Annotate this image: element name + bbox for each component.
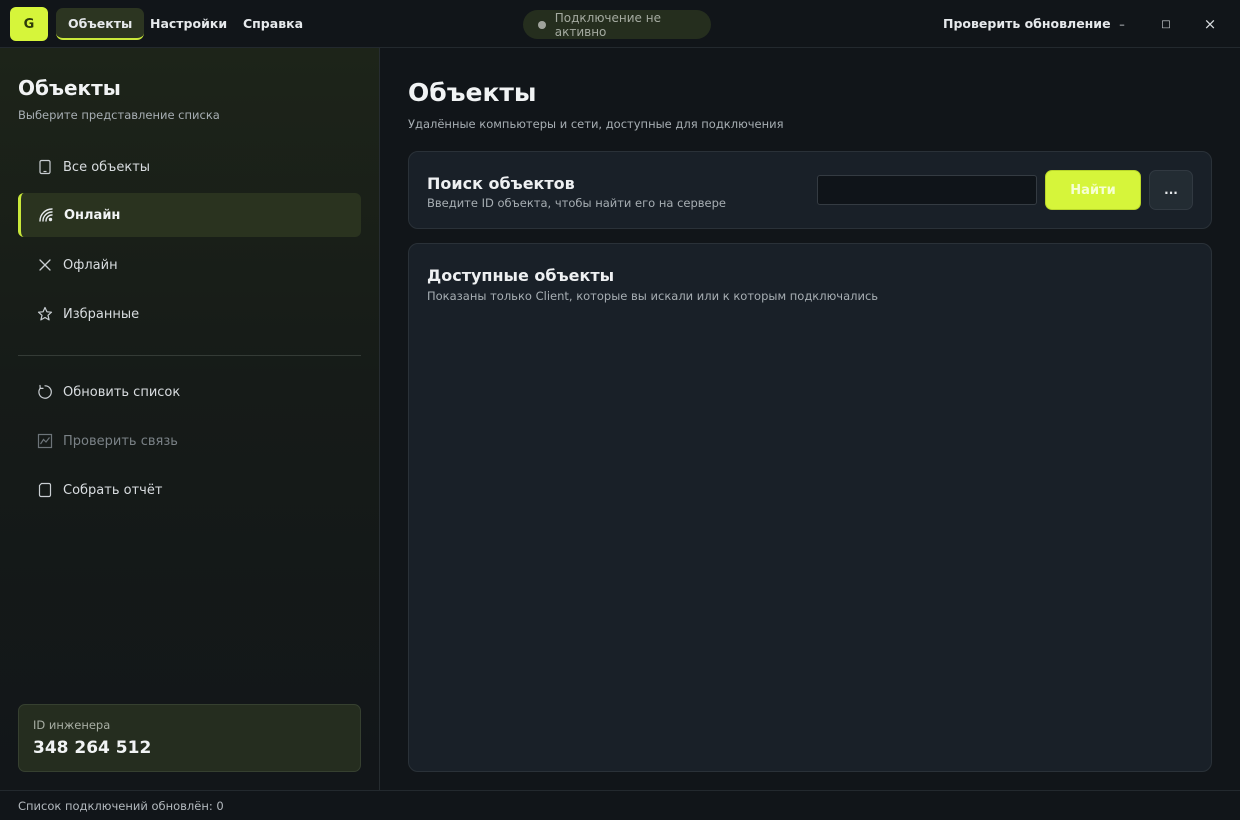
connection-status-text: Подключение не активно bbox=[554, 10, 661, 39]
connection-status-badge: Подключение не активно bbox=[523, 10, 711, 39]
check-update-button[interactable]: Проверить обновление bbox=[943, 8, 1111, 40]
signal-icon bbox=[37, 206, 55, 224]
star-icon bbox=[36, 305, 54, 323]
maximize-icon: □ bbox=[1161, 18, 1171, 30]
status-bar-text: Список подключений обновлён: 0 bbox=[18, 799, 224, 813]
available-objects-title: Доступные объекты bbox=[427, 266, 615, 285]
search-card-subtitle: Введите ID объекта, чтобы найти его на с… bbox=[427, 196, 727, 210]
sidebar: Объекты Выберите представление списка Вс… bbox=[0, 48, 380, 790]
available-objects-card: Доступные объекты Показаны только Client… bbox=[408, 243, 1212, 772]
refresh-list-button[interactable]: Обновить список bbox=[18, 370, 361, 414]
close-window-button[interactable]: × bbox=[1194, 8, 1226, 40]
sidebar-item-label: Избранные bbox=[63, 306, 140, 322]
refresh-icon bbox=[36, 383, 54, 401]
sidebar-item-label: Собрать отчёт bbox=[63, 482, 163, 498]
tablet-icon bbox=[36, 158, 54, 176]
main-content: Объекты Удалённые компьютеры и сети, дос… bbox=[381, 48, 1240, 790]
document-icon bbox=[36, 481, 54, 499]
sidebar-divider bbox=[18, 355, 361, 356]
status-dot-icon bbox=[538, 20, 546, 29]
available-objects-subtitle: Показаны только Client, которые вы искал… bbox=[427, 289, 879, 303]
sidebar-title: Объекты bbox=[18, 76, 121, 100]
sidebar-item-favorites[interactable]: Избранные bbox=[18, 292, 361, 336]
minimize-icon: – bbox=[1119, 17, 1125, 31]
title-bar: G Объекты Настройки Справка Подключение … bbox=[0, 0, 1240, 48]
chart-icon bbox=[36, 432, 54, 450]
app-window: G Объекты Настройки Справка Подключение … bbox=[0, 0, 1240, 820]
tab-settings[interactable]: Настройки bbox=[138, 8, 239, 40]
sidebar-item-label: Проверить связь bbox=[63, 433, 178, 449]
search-card-title: Поиск объектов bbox=[427, 174, 575, 193]
engineer-id-card: ID инженера 348 264 512 bbox=[18, 704, 361, 772]
sidebar-item-label: Офлайн bbox=[63, 257, 118, 273]
sidebar-item-label: Онлайн bbox=[64, 207, 121, 223]
engineer-id-value: 348 264 512 bbox=[33, 738, 152, 758]
close-icon: × bbox=[1203, 15, 1217, 33]
sidebar-item-offline[interactable]: Офлайн bbox=[18, 243, 361, 287]
page-title: Объекты bbox=[408, 78, 537, 107]
sidebar-item-label: Все объекты bbox=[63, 159, 151, 175]
maximize-button[interactable]: □ bbox=[1150, 8, 1182, 40]
check-connection-button[interactable]: Проверить связь bbox=[18, 419, 361, 463]
sidebar-subtitle: Выберите представление списка bbox=[18, 108, 220, 122]
sidebar-item-all-objects[interactable]: Все объекты bbox=[18, 145, 361, 189]
search-card: Поиск объектов Введите ID объекта, чтобы… bbox=[408, 151, 1212, 229]
object-id-input[interactable] bbox=[817, 175, 1037, 205]
find-button[interactable]: Найти bbox=[1045, 170, 1141, 210]
close-icon bbox=[36, 256, 54, 274]
more-options-button[interactable]: ... bbox=[1149, 170, 1193, 210]
minimize-button[interactable]: – bbox=[1106, 8, 1138, 40]
tab-help[interactable]: Справка bbox=[231, 8, 315, 40]
status-bar: Список подключений обновлён: 0 bbox=[0, 790, 1240, 820]
tab-objects[interactable]: Объекты bbox=[56, 8, 145, 40]
sidebar-item-label: Обновить список bbox=[63, 384, 181, 400]
engineer-id-label: ID инженера bbox=[33, 718, 111, 732]
page-subtitle: Удалённые компьютеры и сети, доступные д… bbox=[408, 117, 784, 131]
sidebar-item-online[interactable]: Онлайн bbox=[18, 193, 361, 237]
collect-report-button[interactable]: Собрать отчёт bbox=[18, 468, 361, 512]
app-logo: G bbox=[10, 7, 48, 41]
